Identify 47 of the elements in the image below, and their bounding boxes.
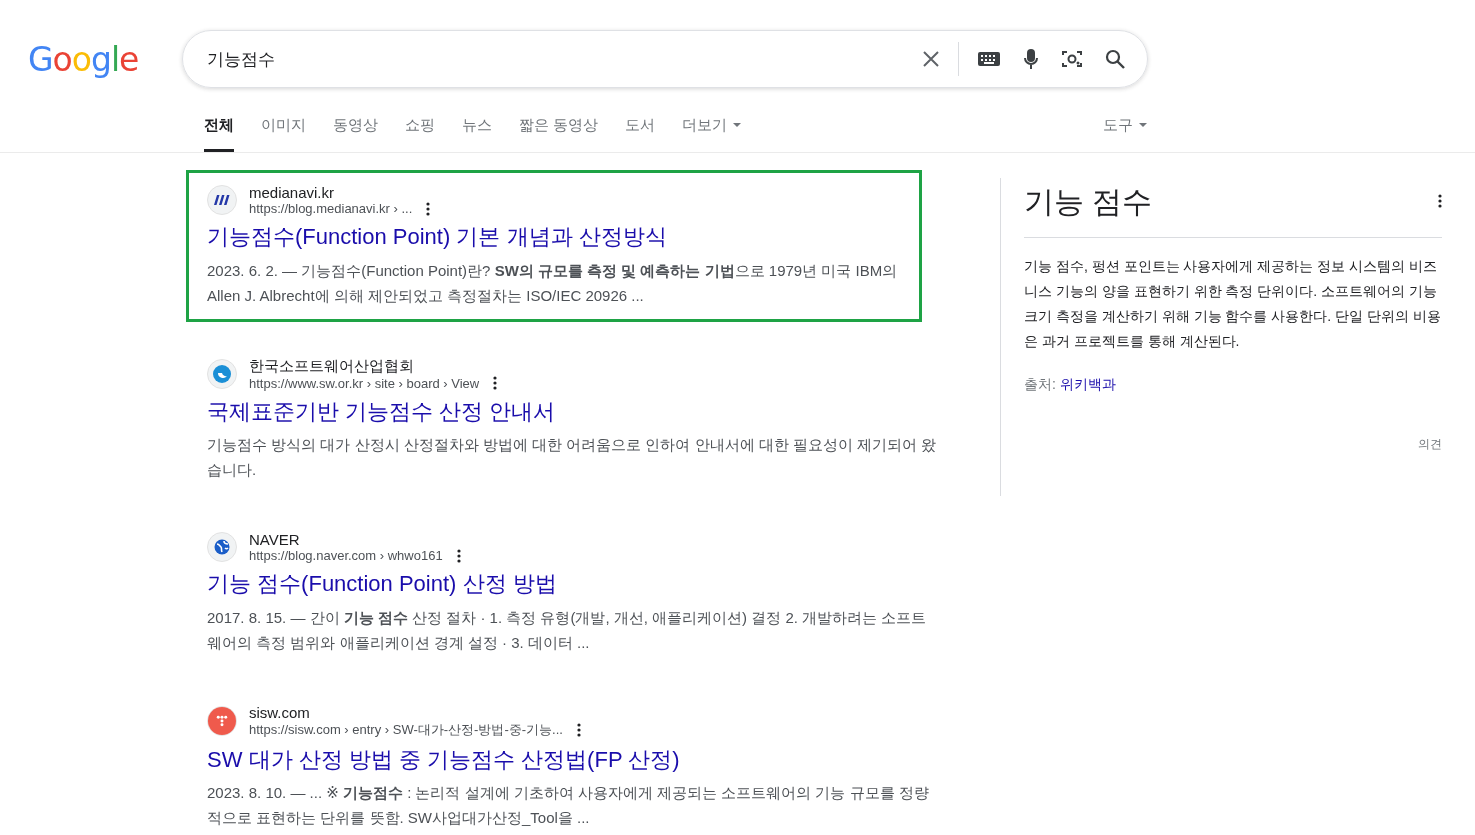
search-tab[interactable]: 이미지 [261,101,306,152]
site-name: NAVER [249,531,301,549]
result-snippet: 2023. 8. 10. — ... ※ 기능점수 : 논리적 설계에 기초하여 사용자에게 제공되는 소프트웨어의 기능 규모를 정량적으로 표현하는 단위를 뜻함. SW사업대가산정_Tool을 ... [207,783,930,829]
search-tab[interactable]: 전체 [204,101,234,152]
caret-icon [1139,123,1147,127]
close-icon[interactable] [922,50,940,68]
result-title-link[interactable]: 기능점수(Function Point) 기본 개념과 산정방식 [207,223,901,252]
keyboard-icon[interactable] [977,51,1001,67]
result-url: https://www.sw.or.kr › site › board › View [249,375,480,391]
site-name: medianavi.kr [249,184,336,201]
result-title-link[interactable]: 국제표준기반 기능점수 산정 안내서 [207,397,937,427]
search-icon[interactable] [1105,49,1125,69]
knowledge-panel-title: 기능 점수 [1024,184,1153,220]
source-link[interactable]: 위키백과 [1059,376,1116,394]
result-snippet: 2023. 6. 2. — 기능점수(Function Point)란? SW의 규모를 측정 및 예측하는 기법으로 1979년 미국 IBM의 Allen J. Albrecht에 의해 제안되었고 측정절차는 ISO/IEC 20926 ... [207,260,899,306]
knowledge-panel-description: 기능 점수, 펑션 포인트는 사용자에게 제공하는 정보 시스템의 비즈니스 기능의 양을 표현하기 위한 측정 단위이다. 소프트웨어의 기능 크기 측정을 계산하기 위해 기능 함수를 사용한다. 단일 단위의 비용은 과거 프로젝트를 통해 계산된다. [1024,257,1442,351]
site-favicon-icon [207,706,237,737]
result-url: https://sisw.com › entry › SW-대가-산정-방법-중-기능... [249,720,563,739]
more-options-icon[interactable] [1438,193,1442,208]
google-logo[interactable]: Google [28,39,182,79]
more-options-icon[interactable] [456,548,461,563]
site-name: sisw.com [249,703,311,721]
search-tab[interactable]: 더보기 [682,101,742,152]
search-field[interactable]: 기능점수 [205,48,900,70]
result-snippet: 2017. 8. 15. — 간이 기능 점수 산정 절차 · 1. 측정 유형(개발, 개선, 애플리케이션) 결정 2. 개발하려는 소프트웨어의 측정 범위와 애플리케이션 경계 설정 · 3. 데이터 ... [207,607,928,653]
search-tab[interactable]: 짧은 동영상 [519,101,599,152]
site-favicon-icon [207,532,237,563]
feedback-link[interactable]: 의견 [1418,436,1442,453]
more-options-icon[interactable] [426,201,431,216]
source-label: 출처: [1024,376,1056,394]
result-url: https://blog.medianavi.kr › ... [249,201,413,216]
result-url: https://blog.naver.com › whwo161 [249,548,443,564]
search-tab[interactable]: 쇼핑 [405,101,435,152]
result-title-link[interactable]: SW 대가 산정 방법 중 기능점수 산정법(FP 산정) [207,745,937,775]
tools-button[interactable]: 도구 [1103,101,1147,152]
result-title-link[interactable]: 기능 점수(Function Point) 산정 방법 [207,570,937,599]
search-tab[interactable]: 도서 [625,101,656,152]
search-tab[interactable]: 뉴스 [462,101,492,152]
microphone-icon[interactable] [1023,48,1039,70]
result-snippet: 기능점수 방식의 대가 산정시 산정절차와 방법에 대한 어려움으로 인하여 안내서에 대한 필요성이 제기되어 왔습니다. [207,435,937,481]
site-favicon-icon [207,185,237,215]
site-name: 한국소프트웨어산업협회 [249,356,415,376]
site-favicon-icon [207,358,237,389]
more-options-icon[interactable] [576,722,581,737]
camera-icon[interactable] [1061,49,1083,69]
more-options-icon[interactable] [493,376,498,391]
search-tab[interactable]: 동영상 [333,101,378,152]
